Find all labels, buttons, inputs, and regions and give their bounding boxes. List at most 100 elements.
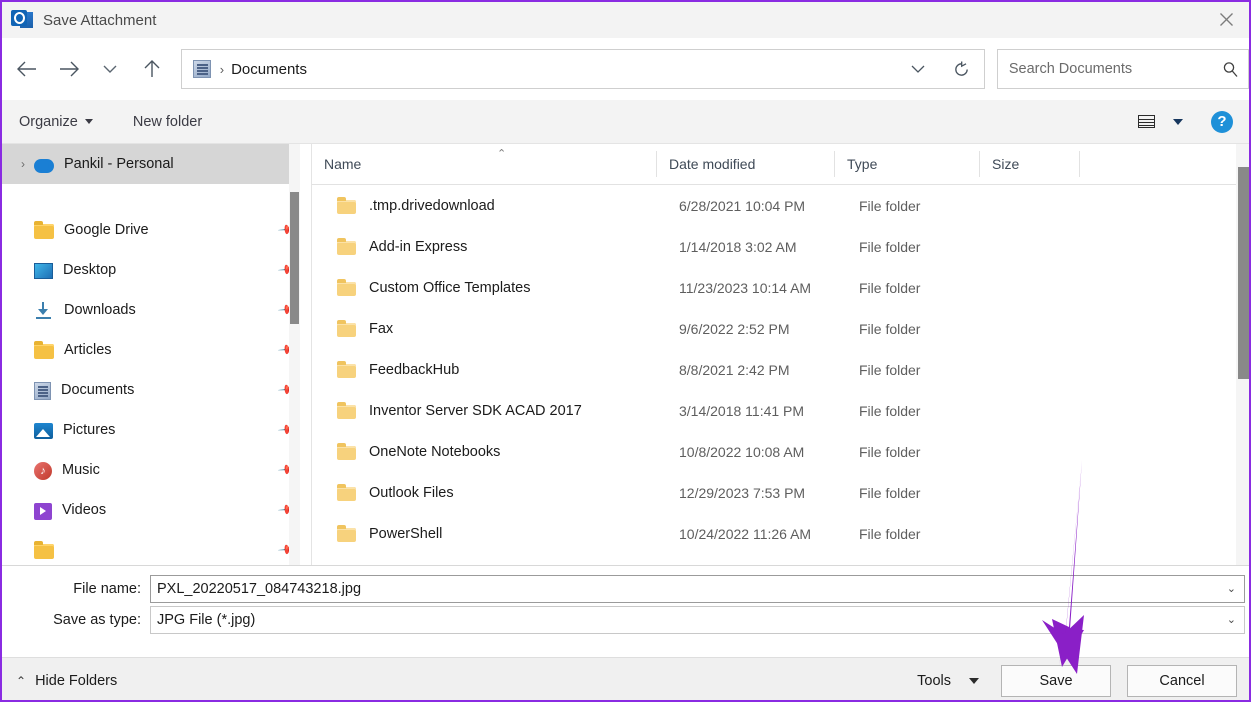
sidebar-item-partial[interactable]: 📌: [2, 530, 312, 565]
table-row[interactable]: Outlook Files 12/29/2023 7:53 PM File fo…: [312, 472, 1249, 513]
save-as-type-label: Save as type:: [53, 611, 141, 628]
sidebar-item-label: Documents: [61, 382, 135, 398]
help-label: ?: [1217, 113, 1227, 130]
address-bar[interactable]: › Documents: [180, 49, 985, 89]
folder-icon: [337, 401, 357, 419]
column-header-date-modified[interactable]: Date modified: [657, 151, 835, 177]
sidebar-scrollbar[interactable]: [289, 144, 300, 565]
help-button[interactable]: ?: [1211, 110, 1233, 133]
file-name: Custom Office Templates: [369, 279, 531, 296]
window-title: Save Attachment: [43, 11, 157, 29]
file-name: Fax: [369, 320, 394, 337]
table-row[interactable]: PowerShell 10/24/2022 11:26 AM File fold…: [312, 513, 1249, 554]
search-input[interactable]: [1008, 61, 1214, 77]
sidebar-item-label: Videos: [62, 502, 107, 518]
chevron-down-icon: [969, 678, 979, 684]
folder-icon: [337, 360, 357, 378]
file-list-scrollbar[interactable]: [1236, 144, 1249, 565]
table-row[interactable]: FeedbackHub 8/8/2021 2:42 PM File folder: [312, 349, 1249, 390]
new-folder-label: New folder: [132, 113, 203, 130]
search-icon[interactable]: [1214, 61, 1248, 78]
close-icon[interactable]: [1203, 2, 1249, 36]
file-date: 8/8/2021 2:42 PM: [679, 361, 790, 378]
file-type: File folder: [859, 238, 921, 255]
sidebar-item-label: Articles: [64, 342, 112, 358]
file-name: Add-in Express: [369, 238, 468, 255]
save-as-type-field[interactable]: JPG File (*.jpg) ⌄: [150, 605, 1245, 634]
forward-button[interactable]: [48, 49, 90, 89]
sort-ascending-icon: ⌃: [497, 148, 507, 160]
documents-folder-icon: [192, 60, 211, 78]
file-type: File folder: [859, 197, 921, 214]
hide-folders-button[interactable]: ⌃ Hide Folders: [16, 673, 117, 689]
hide-folders-label: Hide Folders: [35, 673, 118, 689]
file-name: Inventor Server SDK ACAD 2017: [369, 402, 582, 419]
change-view-button[interactable]: [1131, 109, 1161, 135]
sidebar-item-articles[interactable]: Articles 📌: [2, 330, 312, 370]
file-date: 12/29/2023 7:53 PM: [679, 484, 806, 501]
column-header-size[interactable]: Size: [980, 151, 1080, 177]
recent-locations-button[interactable]: [89, 49, 131, 89]
organize-button[interactable]: Organize: [19, 114, 93, 130]
folder-icon: [337, 196, 357, 214]
pictures-icon: [34, 423, 53, 439]
file-list-pane: Name Date modified Type Size ⌃ .tmp.driv…: [312, 144, 1249, 565]
view-chevron-down-icon[interactable]: [1173, 118, 1183, 125]
column-header-name[interactable]: Name: [312, 151, 657, 177]
sidebar-item-videos[interactable]: Videos 📌: [2, 490, 312, 530]
chevron-down-icon[interactable]: ⌄: [1227, 582, 1236, 595]
sidebar-scrollbar-thumb[interactable]: [290, 192, 299, 324]
refresh-icon[interactable]: [940, 50, 984, 88]
cancel-button[interactable]: Cancel: [1127, 665, 1237, 697]
file-type: File folder: [859, 320, 921, 337]
file-type: File folder: [859, 361, 921, 378]
column-header-extra[interactable]: [1080, 151, 1228, 177]
up-one-level-button[interactable]: [131, 49, 173, 89]
sidebar-item-pankil-personal[interactable]: › Pankil - Personal: [2, 144, 300, 184]
file-type: File folder: [859, 443, 921, 460]
file-name-label: File name:: [73, 580, 141, 597]
address-history-chevron-down-icon[interactable]: [896, 50, 940, 88]
sidebar-item-documents[interactable]: Documents 📌: [2, 370, 312, 410]
new-folder-button[interactable]: New folder: [133, 114, 202, 130]
downloads-icon: [34, 301, 54, 320]
music-icon: ♪: [34, 461, 52, 480]
table-row[interactable]: Inventor Server SDK ACAD 2017 3/14/2018 …: [312, 390, 1249, 431]
file-name: Outlook Files: [369, 484, 454, 501]
column-header-type[interactable]: Type: [835, 151, 980, 177]
file-list-scrollbar-thumb[interactable]: [1238, 167, 1249, 379]
file-date: 10/24/2022 11:26 AM: [679, 525, 812, 542]
breadcrumb-documents[interactable]: Documents: [231, 61, 307, 78]
sidebar-item-pictures[interactable]: Pictures 📌: [2, 410, 312, 450]
file-date: 1/14/2018 3:02 AM: [679, 238, 797, 255]
folder-icon: [337, 278, 357, 296]
back-button[interactable]: [6, 49, 48, 89]
save-as-type-value: JPG File (*.jpg): [157, 611, 256, 628]
table-row[interactable]: Custom Office Templates 11/23/2023 10:14…: [312, 267, 1249, 308]
save-attachment-dialog: Save Attachment › Documents Search Docum…: [0, 0, 1251, 702]
file-date: 6/28/2021 10:04 PM: [679, 197, 806, 214]
documents-icon: [34, 381, 51, 400]
table-row[interactable]: .tmp.drivedownload 6/28/2021 10:04 PM Fi…: [312, 185, 1249, 226]
save-button[interactable]: Save: [1001, 665, 1111, 697]
table-row[interactable]: OneNote Notebooks 10/8/2022 10:08 AM Fil…: [312, 431, 1249, 472]
sidebar-item-downloads[interactable]: Downloads 📌: [2, 290, 312, 330]
sidebar-item-google-drive[interactable]: Google Drive 📌: [2, 210, 312, 250]
folder-icon: [34, 341, 54, 359]
table-row[interactable]: Fax 9/6/2022 2:52 PM File folder: [312, 308, 1249, 349]
sidebar-item-desktop[interactable]: Desktop 📌: [2, 250, 312, 290]
onedrive-cloud-icon: [34, 159, 54, 173]
search-box[interactable]: [996, 49, 1249, 89]
sidebar-item-label: Pictures: [63, 422, 116, 438]
file-name-field[interactable]: ⌄: [150, 574, 1245, 603]
expander-icon[interactable]: ›: [12, 157, 34, 171]
tools-button[interactable]: Tools: [917, 673, 979, 689]
sidebar-item-label: Pankil - Personal: [64, 156, 174, 172]
chevron-down-icon[interactable]: ⌄: [1227, 613, 1236, 626]
table-row[interactable]: Add-in Express 1/14/2018 3:02 AM File fo…: [312, 226, 1249, 267]
sidebar-item-music[interactable]: ♪ Music 📌: [2, 450, 312, 490]
file-type: File folder: [859, 484, 921, 501]
sidebar-item-label: Downloads: [64, 302, 136, 318]
file-name: OneNote Notebooks: [369, 443, 501, 460]
file-name-input[interactable]: [157, 580, 1244, 597]
